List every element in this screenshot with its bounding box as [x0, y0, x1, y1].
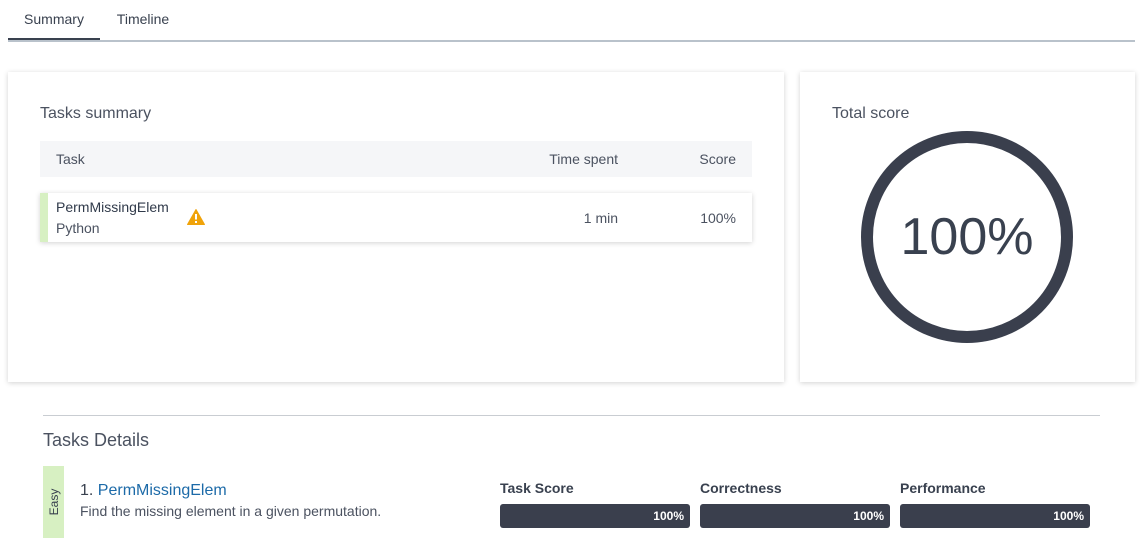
- tasks-details-title: Tasks Details: [43, 430, 150, 450]
- performance-value: 100%: [1053, 509, 1084, 523]
- task-heading: 1. PermMissingElem: [80, 482, 227, 500]
- task-link[interactable]: PermMissingElem: [98, 482, 227, 499]
- task-score-value: 100%: [653, 509, 684, 523]
- tasks-summary-title: Tasks summary: [40, 105, 152, 122]
- task-language: Python: [56, 220, 100, 236]
- warning-icon[interactable]: [187, 209, 205, 225]
- column-header-time-spent: Time spent: [549, 151, 618, 167]
- task-description: Find the missing element in a given perm…: [80, 503, 382, 519]
- task-number: 1.: [80, 482, 94, 499]
- section-divider: [43, 415, 1100, 416]
- tasks-summary-card: Tasks summary Task Time spent Score Perm…: [8, 72, 784, 382]
- task-score-bar: 100%: [500, 504, 690, 528]
- metric-label-task-score: Task Score: [500, 480, 574, 496]
- total-score-card: Total score 100%: [800, 72, 1135, 382]
- task-score: 100%: [700, 210, 736, 226]
- metric-label-performance: Performance: [900, 480, 986, 496]
- tab-summary[interactable]: Summary: [8, 0, 100, 40]
- tab-bar: Summary Timeline: [8, 0, 1135, 42]
- difficulty-label: Easy: [46, 488, 61, 516]
- total-score-title: Total score: [832, 105, 910, 122]
- tasks-table-header: Task Time spent Score: [40, 141, 752, 177]
- task-name: PermMissingElem: [56, 199, 169, 215]
- task-time-spent: 1 min: [583, 210, 618, 226]
- correctness-value: 100%: [853, 509, 884, 523]
- metric-label-correctness: Correctness: [700, 480, 782, 496]
- column-header-task: Task: [56, 151, 85, 167]
- difficulty-badge: Easy: [43, 466, 64, 538]
- performance-bar: 100%: [900, 504, 1090, 528]
- tab-timeline[interactable]: Timeline: [100, 0, 186, 38]
- correctness-bar: 100%: [700, 504, 890, 528]
- total-score-value: 100%: [900, 208, 1034, 266]
- column-header-score: Score: [699, 151, 736, 167]
- table-row[interactable]: PermMissingElem Python 1 min 100%: [40, 193, 752, 242]
